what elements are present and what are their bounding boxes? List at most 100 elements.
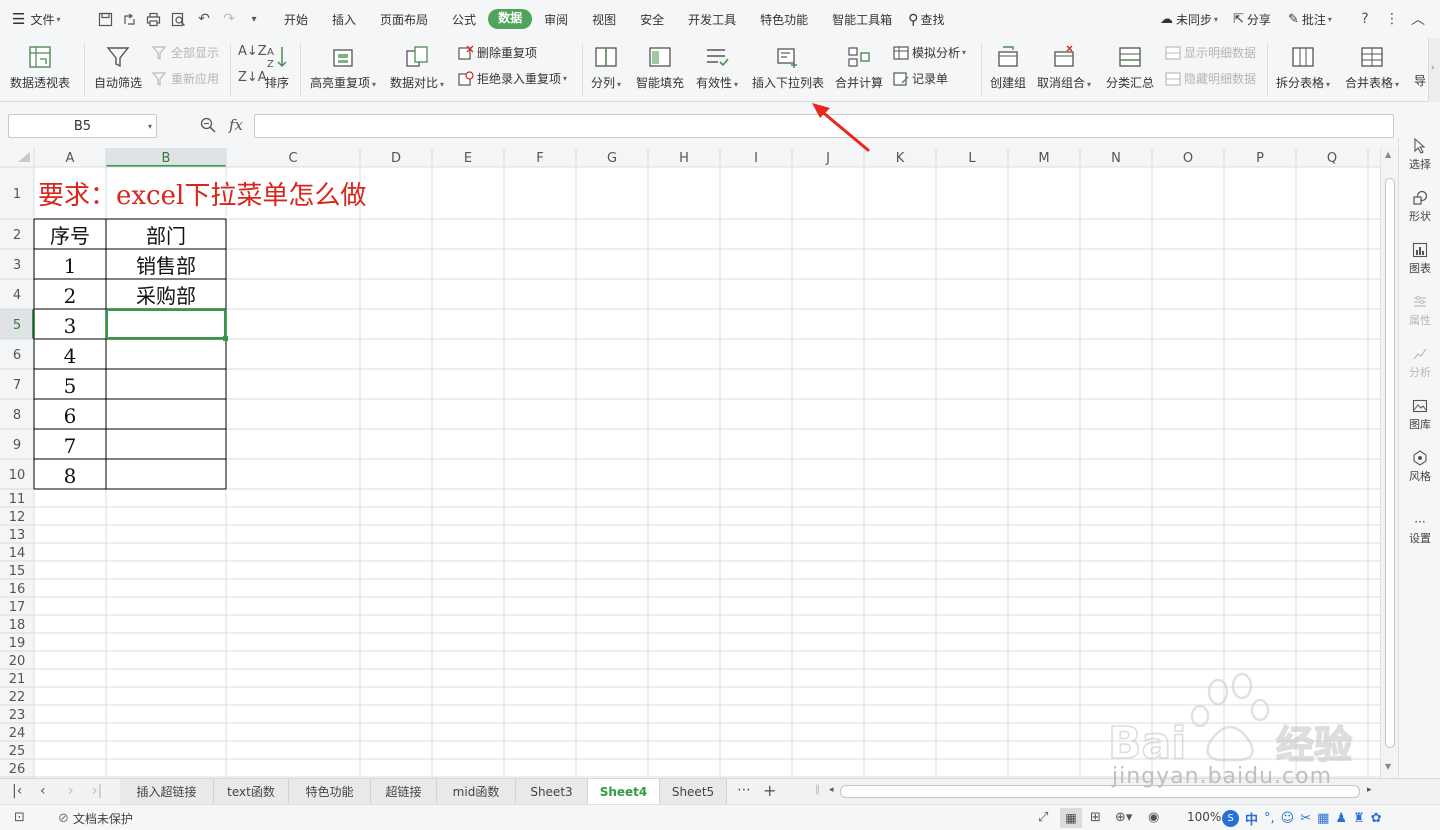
sheet-tab[interactable]: Sheet5 [660,779,727,804]
more-sheets-icon[interactable]: ⋯ [737,782,751,798]
next-sheet-icon[interactable]: › [68,783,74,799]
sheet-tab[interactable]: mid函数 [437,779,516,804]
row-header[interactable]: 17 [9,600,26,615]
scroll-left-icon[interactable]: ◂ [829,785,834,795]
table-cell[interactable]: 销售部 [136,254,196,278]
row-header[interactable]: 22 [9,690,26,705]
name-box[interactable]: B5 ▾ [8,114,157,138]
sheet-tab[interactable]: 超链接 [371,779,437,804]
table-cell[interactable]: 1 [64,254,77,278]
row-header[interactable]: 1 [13,187,21,202]
row-header[interactable]: 14 [9,546,26,561]
row-header[interactable]: 24 [9,726,26,741]
tab-split-handle-icon[interactable]: ‖ [815,784,820,795]
more-ribbon-button[interactable]: 导 [1414,72,1426,89]
collapse-ribbon-icon[interactable]: ︿ [1407,8,1429,30]
tab-insert[interactable]: 插入 [320,11,368,28]
sync-status-button[interactable]: ☁ 未同步 ▾ [1160,0,1218,38]
scroll-up-icon[interactable]: ▲ [1385,150,1391,159]
tab-review[interactable]: 审阅 [532,11,580,28]
column-header[interactable]: L [968,151,976,166]
skin-icon[interactable]: ♜ [1353,811,1365,826]
show-detail-button[interactable]: 显示明细数据 [1165,44,1256,61]
row-header[interactable]: 26 [9,762,26,777]
side-select[interactable]: 选择 [1399,138,1440,172]
column-header[interactable]: K [896,151,905,166]
table-cell[interactable]: 8 [64,464,77,488]
sort-button[interactable]: AZ 排序 [264,38,290,91]
row-header[interactable]: 13 [9,528,26,543]
smart-fill-button[interactable]: 智能填充 [636,38,684,91]
side-analysis[interactable]: 分析 [1399,346,1440,380]
tab-view[interactable]: 视图 [580,11,628,28]
prev-sheet-icon[interactable]: ‹ [40,783,46,799]
row-header[interactable]: 9 [13,438,21,453]
tab-special[interactable]: 特色功能 [748,11,820,28]
row-header[interactable]: 21 [9,672,26,687]
table-header-cell[interactable]: 序号 [50,224,90,248]
row-header[interactable]: 19 [9,636,26,651]
column-header[interactable]: E [464,151,472,166]
column-header[interactable]: I [754,151,758,166]
table-header-cell[interactable]: 部门 [146,224,186,248]
pivot-table-button[interactable]: 数据透视表 [10,38,70,91]
row-header[interactable]: 23 [9,708,26,723]
ime-settings-icon[interactable]: ✿ [1371,811,1382,826]
vertical-scrollbar[interactable]: ▲ ▼ [1380,148,1398,778]
side-style[interactable]: 风格 [1399,450,1440,484]
row-header[interactable]: 16 [9,582,26,597]
column-header[interactable]: F [536,151,543,166]
print-icon[interactable] [142,8,164,30]
table-cell[interactable]: 6 [64,404,77,428]
print-preview-icon[interactable] [167,8,189,30]
reading-layout-icon[interactable]: ⊕▾ [1115,810,1132,825]
row-header[interactable]: 25 [9,744,26,759]
sheet-tab[interactable]: Sheet3 [516,779,588,804]
selected-cell[interactable] [106,309,226,339]
scissors-icon[interactable]: ✂ [1300,811,1311,826]
column-header[interactable]: N [1111,151,1121,166]
highlight-duplicates-button[interactable]: 高亮重复项 ▾ [310,38,376,91]
insert-function-button[interactable]: fx [229,116,243,134]
first-sheet-icon[interactable]: |‹ [12,783,22,799]
page-break-view-icon[interactable]: ⊞ [1090,810,1101,825]
column-header[interactable]: M [1038,151,1049,166]
validity-button[interactable]: 有效性 ▾ [696,38,738,91]
create-group-button[interactable]: 创建组 [990,38,1026,91]
keyboard-icon[interactable]: ▦ [1317,811,1329,826]
zoom-level[interactable]: 100% [1187,810,1221,824]
row-header[interactable]: 20 [9,654,26,669]
redo-icon[interactable]: ↷ [218,8,240,30]
sheet-tab[interactable]: 插入超链接 [120,779,214,804]
row-header[interactable]: 15 [9,564,26,579]
column-header[interactable]: A [66,151,75,166]
last-sheet-icon[interactable]: ›| [92,783,102,799]
side-gallery[interactable]: 图库 [1399,398,1440,432]
share-doc-icon[interactable] [118,8,140,30]
punctuation-icon[interactable]: °, [1264,811,1275,826]
row-header[interactable]: 18 [9,618,26,633]
fullscreen-icon[interactable]: ⤢ [1038,810,1048,825]
record-form-button[interactable]: 记录单 [893,70,948,87]
vertical-scroll-thumb[interactable] [1385,178,1395,748]
simulate-analysis-button[interactable]: 模拟分析 ▾ [893,44,966,61]
column-header[interactable]: P [1256,151,1264,166]
comment-button[interactable]: ✎ 批注 ▾ [1288,0,1332,38]
reject-duplicates-button[interactable]: 拒绝录入重复项 ▾ [458,70,567,87]
row-header[interactable]: 8 [13,408,21,423]
data-compare-button[interactable]: 数据对比 ▾ [390,38,444,91]
scroll-down-icon[interactable]: ▼ [1385,762,1391,771]
file-menu[interactable]: ☰ 文件 ▾ [12,0,60,38]
column-header[interactable]: Q [1327,151,1337,166]
tab-data[interactable]: 数据 [488,9,533,29]
hide-detail-button[interactable]: 隐藏明细数据 [1165,70,1256,87]
consolidate-button[interactable]: 合并计算 [835,38,883,91]
emoji-icon[interactable]: ☺ [1281,811,1295,826]
tab-security[interactable]: 安全 [628,11,676,28]
split-column-button[interactable]: 分列 ▾ [591,38,621,91]
add-sheet-icon[interactable]: + [763,781,776,800]
side-chart[interactable]: 图表 [1399,242,1440,276]
protection-status[interactable]: ⊘ 文档未保护 [58,810,133,827]
row-header[interactable]: 10 [9,468,26,483]
reapply-button[interactable]: 重新应用 [152,70,219,87]
